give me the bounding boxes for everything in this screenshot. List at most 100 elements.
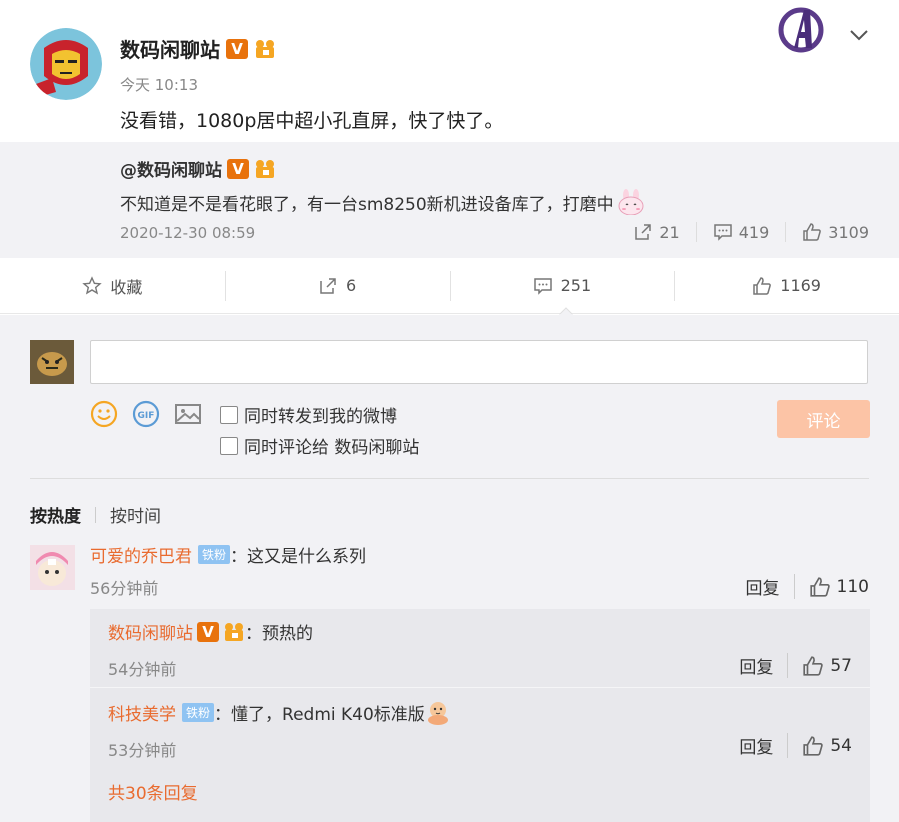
- reply-actions: 回复 54: [739, 733, 852, 758]
- reply-author-name[interactable]: 数码闲聊站: [108, 619, 193, 644]
- forward-count: 6: [346, 276, 357, 295]
- repost-comment-count: 419: [738, 222, 770, 242]
- repost-date: 2020-12-30 08:59: [120, 224, 256, 242]
- thumbs-up-icon: [803, 655, 824, 676]
- forward-option-label: 同时转发到我的微博: [244, 407, 397, 427]
- comment-icon: [533, 277, 552, 295]
- forward-icon: [635, 224, 652, 240]
- baby-emoji-icon: [427, 702, 448, 725]
- reply-actions: 回复 57: [739, 653, 852, 678]
- reply-list: 数码闲聊站 V ：预热的 54分钟前 回复 57 科技美学 铁粉 ：懂了，Red…: [90, 609, 870, 822]
- forward-icon: [320, 277, 336, 294]
- comment-text: ：这又是什么系列: [230, 547, 367, 567]
- sort-by-hot-tab[interactable]: 按热度: [30, 502, 81, 527]
- thumbs-up-icon: [809, 576, 830, 597]
- image-icon[interactable]: [174, 400, 202, 428]
- repost-author-row[interactable]: @数码闲聊站 V: [120, 156, 276, 181]
- favorite-button[interactable]: 收藏: [0, 258, 225, 313]
- thumbs-up-icon: [753, 276, 772, 295]
- like-count: 1169: [780, 276, 821, 295]
- comment-icon: [713, 224, 732, 241]
- reply-text: ：懂了，Redmi K40标准版: [214, 704, 425, 725]
- forward-to-my-weibo-option[interactable]: 同时转发到我的微博: [220, 402, 397, 427]
- reply-like-button[interactable]: 57: [788, 655, 852, 677]
- chevron-down-icon[interactable]: [848, 26, 870, 44]
- compose-tools: GIF: [90, 400, 202, 428]
- fan-badge: 铁粉: [198, 545, 231, 564]
- comment-tab-caret: [559, 307, 573, 315]
- comment-like-button[interactable]: 110: [795, 576, 869, 598]
- divider: [30, 478, 869, 479]
- post-text: 没看错，1080p居中超小孔直屏，快了快了。: [120, 110, 504, 132]
- repost-forward-count: 21: [659, 222, 680, 242]
- commenter-avatar[interactable]: [30, 545, 75, 590]
- repost-text-row: 不知道是不是看花眼了，有一台sm8250新机进设备库了，打磨中: [120, 189, 646, 215]
- comment-header: 可爱的乔巴君 铁粉 ：这又是什么系列: [90, 542, 366, 567]
- vip-crown-icon: [256, 39, 274, 58]
- post-timestamp: 今天 10:13: [120, 76, 198, 94]
- reply-divider: [90, 687, 870, 688]
- submit-comment-button[interactable]: 评论: [777, 400, 870, 438]
- like-button[interactable]: 1169: [674, 258, 899, 313]
- repost-comment-stat[interactable]: 419: [695, 222, 770, 242]
- author-name[interactable]: 数码闲聊站: [120, 34, 220, 63]
- favorite-label: 收藏: [110, 277, 143, 297]
- reply-like-count: 54: [830, 735, 852, 756]
- comment-like-count: 110: [836, 576, 869, 597]
- verified-v-icon: V: [227, 158, 249, 179]
- sort-by-time-tab[interactable]: 按时间: [110, 502, 161, 527]
- bunny-emoji-icon: [618, 189, 644, 215]
- forward-button[interactable]: 6: [224, 258, 450, 313]
- verified-v-icon: V: [197, 621, 219, 642]
- reply-author-name[interactable]: 科技美学: [108, 700, 176, 725]
- vip-crown-icon: [256, 159, 274, 178]
- verified-v-icon: V: [226, 38, 248, 59]
- thumbs-up-icon: [803, 735, 824, 756]
- comment-section: GIF 同时转发到我的微博 同时评论给 数码闲聊站 评论 按热度 按时间 可爱的…: [0, 315, 899, 822]
- commenter-name[interactable]: 可爱的乔巴君: [90, 542, 192, 567]
- reply-button[interactable]: 回复: [739, 733, 789, 758]
- view-more-replies-link[interactable]: 共30条回复: [108, 779, 198, 804]
- reply-item: 科技美学 铁粉 ：懂了，Redmi K40标准版 53分钟前: [108, 699, 451, 761]
- comment-button[interactable]: 251: [449, 258, 675, 313]
- comment-to-author-label: 同时评论给 数码闲聊站: [244, 438, 420, 458]
- reposted-weibo[interactable]: @数码闲聊站 V 不知道是不是看花眼了，有一台sm8250新机进设备库了，打磨中…: [0, 142, 899, 258]
- comment-to-author-checkbox[interactable]: [220, 436, 238, 455]
- forward-checkbox[interactable]: [220, 405, 238, 424]
- my-avatar[interactable]: [30, 340, 74, 384]
- emoji-icon[interactable]: [90, 400, 118, 428]
- vip-crown-icon: [225, 622, 243, 641]
- reply-text: ：预热的: [245, 624, 313, 644]
- thumbs-up-icon: [803, 223, 822, 241]
- comment-actions: 回复 110: [746, 574, 869, 599]
- repost-forward-stat[interactable]: 21: [617, 222, 680, 242]
- sort-divider: [95, 506, 96, 523]
- fan-badge: 铁粉: [182, 702, 215, 722]
- comment-sort-tabs: 按热度 按时间: [30, 502, 161, 527]
- reply-time: 53分钟前: [108, 741, 177, 760]
- repost-stats: 21 419 3109: [617, 222, 869, 242]
- repost-like-count: 3109: [828, 222, 869, 242]
- star-icon: [82, 275, 103, 294]
- action-bar: 收藏 6 251 1169: [0, 258, 899, 314]
- comment-count: 251: [560, 276, 592, 295]
- comment-input[interactable]: [90, 340, 868, 384]
- gif-icon[interactable]: GIF: [132, 400, 160, 428]
- author-avatar[interactable]: [30, 28, 102, 100]
- reply-header: 数码闲聊站 V ：预热的: [108, 619, 313, 644]
- svg-text:GIF: GIF: [138, 411, 155, 421]
- avengers-logo-icon: [778, 7, 824, 53]
- repost-author-name[interactable]: @数码闲聊站: [120, 156, 222, 181]
- comment-to-author-option[interactable]: 同时评论给 数码闲聊站: [220, 433, 419, 458]
- post-header: 数码闲聊站 V 今天 10:13 没看错，1080p居中超小孔直屏，快了快了。: [0, 0, 899, 142]
- reply-like-count: 57: [830, 655, 852, 676]
- comment-time: 56分钟前: [90, 579, 159, 598]
- reply-button[interactable]: 回复: [746, 574, 795, 599]
- reply-button[interactable]: 回复: [739, 653, 789, 678]
- author-name-row[interactable]: 数码闲聊站 V: [120, 34, 276, 63]
- reply-header: 科技美学 铁粉 ：懂了，Redmi K40标准版: [108, 699, 451, 725]
- reply-item: 数码闲聊站 V ：预热的 54分钟前: [108, 619, 313, 680]
- repost-like-stat[interactable]: 3109: [785, 222, 869, 242]
- repost-text: 不知道是不是看花眼了，有一台sm8250新机进设备库了，打磨中: [120, 194, 614, 215]
- reply-like-button[interactable]: 54: [788, 735, 852, 757]
